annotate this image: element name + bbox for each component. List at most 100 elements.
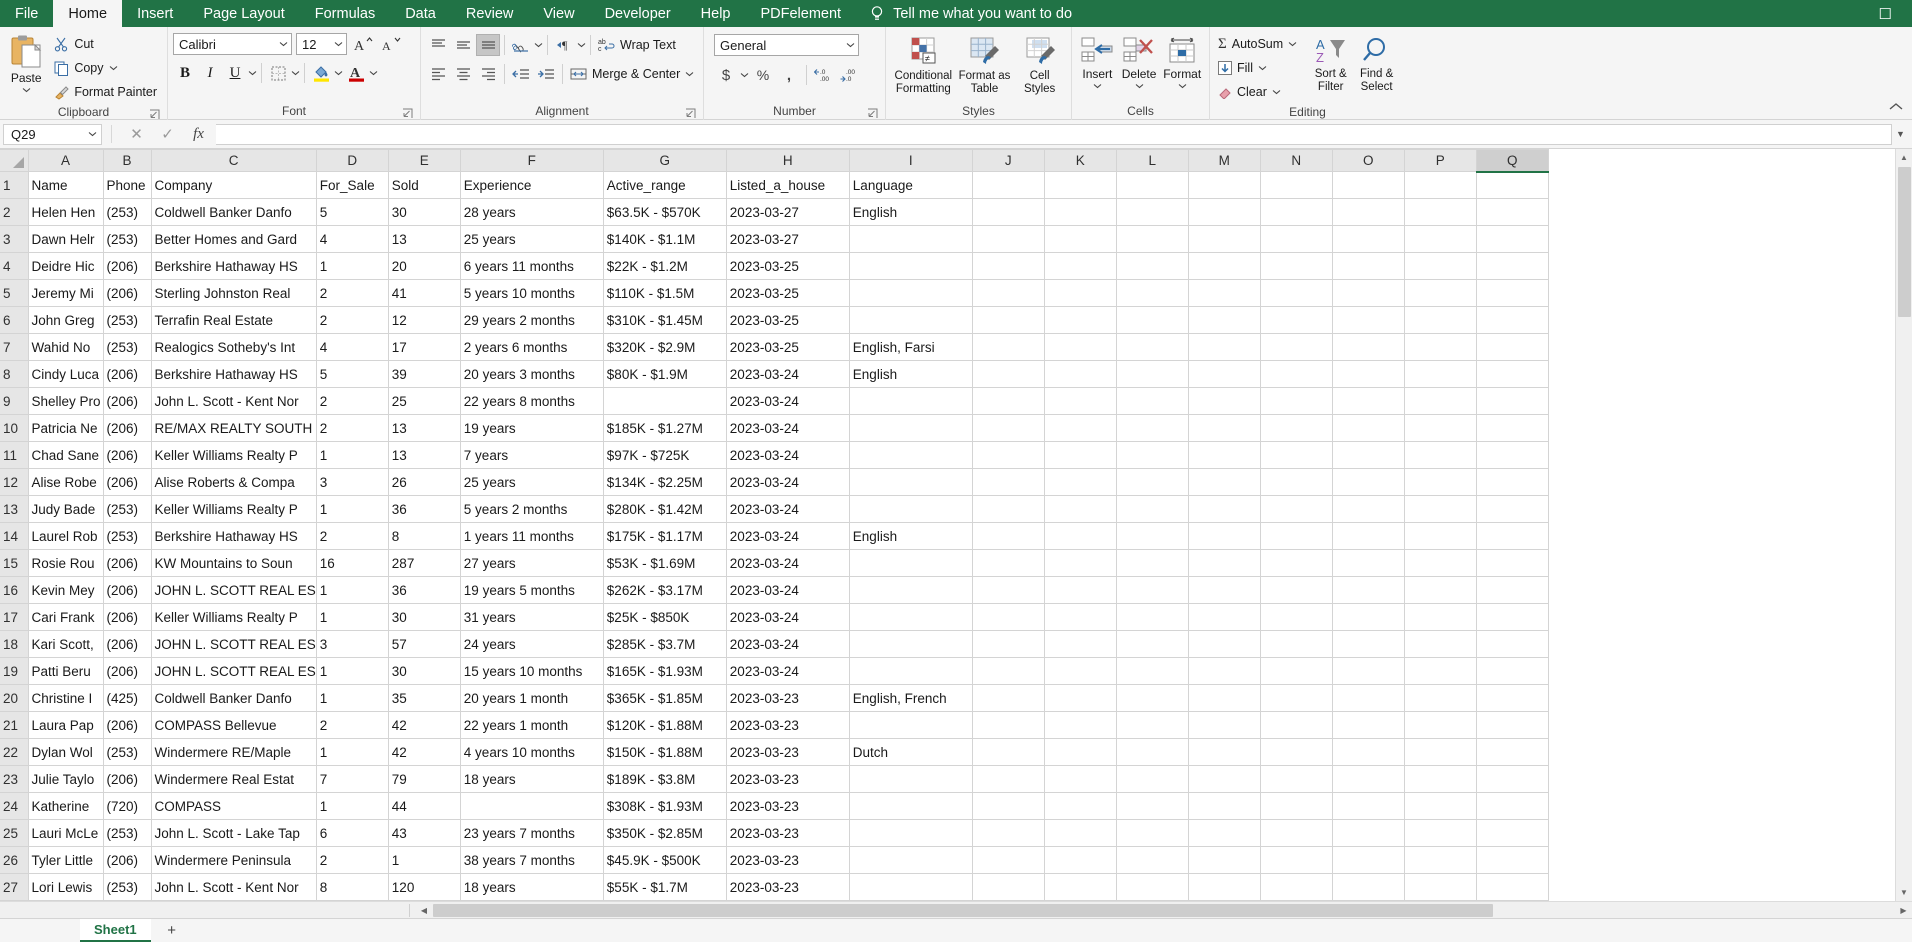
table-row[interactable]: 12 Alise Robe (206) Alise Roberts & Compa 3… [0,468,1549,496]
table-row[interactable]: 6 John Greg (253) Terrafin Real Estate 2 12 2… [0,306,1549,334]
cell-F1[interactable]: Experience [460,171,604,199]
cell-E1[interactable]: Sold [388,171,461,199]
cell-Q17[interactable] [1476,603,1549,631]
align-left-button[interactable] [426,63,450,85]
cell-D4[interactable]: 1 [316,252,389,280]
format-as-table-button[interactable]: Format as Table [957,33,1012,95]
cell-L14[interactable] [1116,522,1189,550]
row-header-24[interactable]: 24 [0,792,29,820]
font-color-button[interactable]: A [344,62,368,84]
cell-D24[interactable]: 1 [316,792,389,820]
row-header-18[interactable]: 18 [0,630,29,658]
increase-decimal-button[interactable]: .0.00 [812,64,836,86]
cell-H13[interactable]: 2023-03-24 [726,495,850,523]
ribbon-tab-formulas[interactable]: Formulas [300,0,390,27]
cell-P7[interactable] [1404,333,1477,361]
table-row[interactable]: 9 Shelley Pro (206) John L. Scott - Kent N… [0,387,1549,415]
cell-P22[interactable] [1404,738,1477,766]
row-header-27[interactable]: 27 [0,873,29,901]
cell-P20[interactable] [1404,684,1477,712]
cell-L24[interactable] [1116,792,1189,820]
cell-P8[interactable] [1404,360,1477,388]
cell-F11[interactable]: 7 years [460,441,604,469]
cell-O10[interactable] [1332,414,1405,442]
cell-G15[interactable]: $53K - $1.69M [603,549,727,577]
cell-Q13[interactable] [1476,495,1549,523]
cell-P27[interactable] [1404,873,1477,901]
cell-G2[interactable]: $63.5K - $570K [603,198,727,226]
cell-M5[interactable] [1188,279,1261,307]
table-row[interactable]: 14 Laurel Rob (253) Berkshire Hathaway HS 2… [0,522,1549,550]
cell-G17[interactable]: $25K - $850K [603,603,727,631]
add-sheet-button[interactable]: + [161,920,183,942]
cell-N6[interactable] [1260,306,1333,334]
cell-O15[interactable] [1332,549,1405,577]
row-header-7[interactable]: 7 [0,333,29,361]
cell-N20[interactable] [1260,684,1333,712]
cell-E8[interactable]: 39 [388,360,461,388]
cell-J11[interactable] [972,441,1045,469]
ribbon-tab-pdfelement[interactable]: PDFelement [745,0,856,27]
column-header-L[interactable]: L [1116,149,1189,172]
cell-K13[interactable] [1044,495,1117,523]
cell-A3[interactable]: Dawn Helr [28,225,104,253]
vertical-scrollbar[interactable]: ▲ ▼ [1895,149,1912,901]
copy-button[interactable]: Copy [51,57,162,79]
cell-B4[interactable]: (206) [103,252,152,280]
row-header-16[interactable]: 16 [0,576,29,604]
table-row[interactable]: 22 Dylan Wol (253) Windermere RE/Maple 1 42 4… [0,738,1549,766]
insert-function-button[interactable]: fx [183,123,214,145]
chevron-down-icon[interactable] [334,41,343,47]
cell-I13[interactable] [849,495,973,523]
cell-J18[interactable] [972,630,1045,658]
cell-L4[interactable] [1116,252,1189,280]
cell-M26[interactable] [1188,846,1261,874]
cell-K24[interactable] [1044,792,1117,820]
cell-O3[interactable] [1332,225,1405,253]
cell-L17[interactable] [1116,603,1189,631]
cell-G11[interactable]: $97K - $725K [603,441,727,469]
cell-Q24[interactable] [1476,792,1549,820]
column-header-H[interactable]: H [726,149,850,172]
chevron-down-icon[interactable] [846,42,855,48]
cell-O12[interactable] [1332,468,1405,496]
cell-K1[interactable] [1044,171,1117,199]
cell-C7[interactable]: Realogics Sotheby's Int [151,333,317,361]
cell-L12[interactable] [1116,468,1189,496]
cell-I25[interactable] [849,819,973,847]
cell-L23[interactable] [1116,765,1189,793]
cell-D18[interactable]: 3 [316,630,389,658]
paste-button[interactable]: Paste [5,31,47,93]
cell-D22[interactable]: 1 [316,738,389,766]
cell-N5[interactable] [1260,279,1333,307]
cell-J13[interactable] [972,495,1045,523]
cell-O8[interactable] [1332,360,1405,388]
cell-N10[interactable] [1260,414,1333,442]
cell-Q22[interactable] [1476,738,1549,766]
dialog-launcher-icon[interactable] [867,108,878,119]
cell-A21[interactable]: Laura Pap [28,711,104,739]
ribbon-display-options-icon[interactable]: ☐ [1869,5,1902,23]
cell-M20[interactable] [1188,684,1261,712]
column-header-G[interactable]: G [603,149,727,172]
cell-Q23[interactable] [1476,765,1549,793]
cell-J4[interactable] [972,252,1045,280]
cell-C19[interactable]: JOHN L. SCOTT REAL ES [151,657,317,685]
accounting-format-button[interactable]: $ [714,64,738,86]
cell-M9[interactable] [1188,387,1261,415]
cell-A17[interactable]: Cari Frank [28,603,104,631]
cell-C3[interactable]: Better Homes and Gard [151,225,317,253]
cell-N13[interactable] [1260,495,1333,523]
cell-M17[interactable] [1188,603,1261,631]
cell-E19[interactable]: 30 [388,657,461,685]
cell-B22[interactable]: (253) [103,738,152,766]
cell-Q8[interactable] [1476,360,1549,388]
cut-button[interactable]: Cut [51,33,162,55]
cell-H21[interactable]: 2023-03-23 [726,711,850,739]
horizontal-scroll-thumb[interactable] [432,903,1493,917]
cell-J8[interactable] [972,360,1045,388]
cell-I20[interactable]: English, French [849,684,973,712]
cell-D17[interactable]: 1 [316,603,389,631]
cell-L19[interactable] [1116,657,1189,685]
row-header-12[interactable]: 12 [0,468,29,496]
